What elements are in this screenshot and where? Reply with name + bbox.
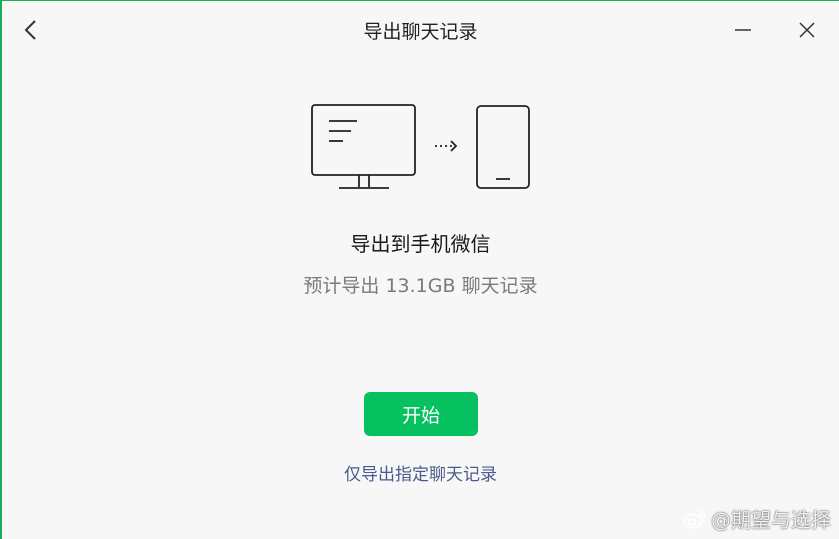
watermark-text: @期望与选择 — [711, 508, 831, 532]
window-title: 导出聊天记录 — [363, 21, 478, 43]
export-size-estimate: 预计导出 13.1GB 聊天记录 — [303, 275, 538, 297]
watermark: @期望与选择 — [683, 504, 831, 533]
phone-icon — [476, 105, 530, 189]
export-illustration — [307, 101, 537, 193]
title-bar: 导出聊天记录 — [2, 1, 839, 59]
export-selected-chats-link[interactable]: 仅导出指定聊天记录 — [2, 460, 839, 485]
minimize-icon — [735, 29, 751, 31]
weibo-icon — [683, 509, 706, 528]
monitor-icon — [311, 104, 416, 189]
minimize-button[interactable] — [728, 15, 758, 45]
dotted-arrow-right-icon — [435, 140, 458, 152]
start-button[interactable]: 开始 — [364, 392, 478, 436]
close-button[interactable] — [792, 15, 822, 45]
close-icon — [799, 22, 815, 38]
export-chat-window: 导出聊天记录 导出到手机微信 预计导出 13.1GB 聊天记录 开始 仅导出指定… — [0, 0, 839, 539]
export-heading: 导出到手机微信 — [350, 232, 491, 256]
